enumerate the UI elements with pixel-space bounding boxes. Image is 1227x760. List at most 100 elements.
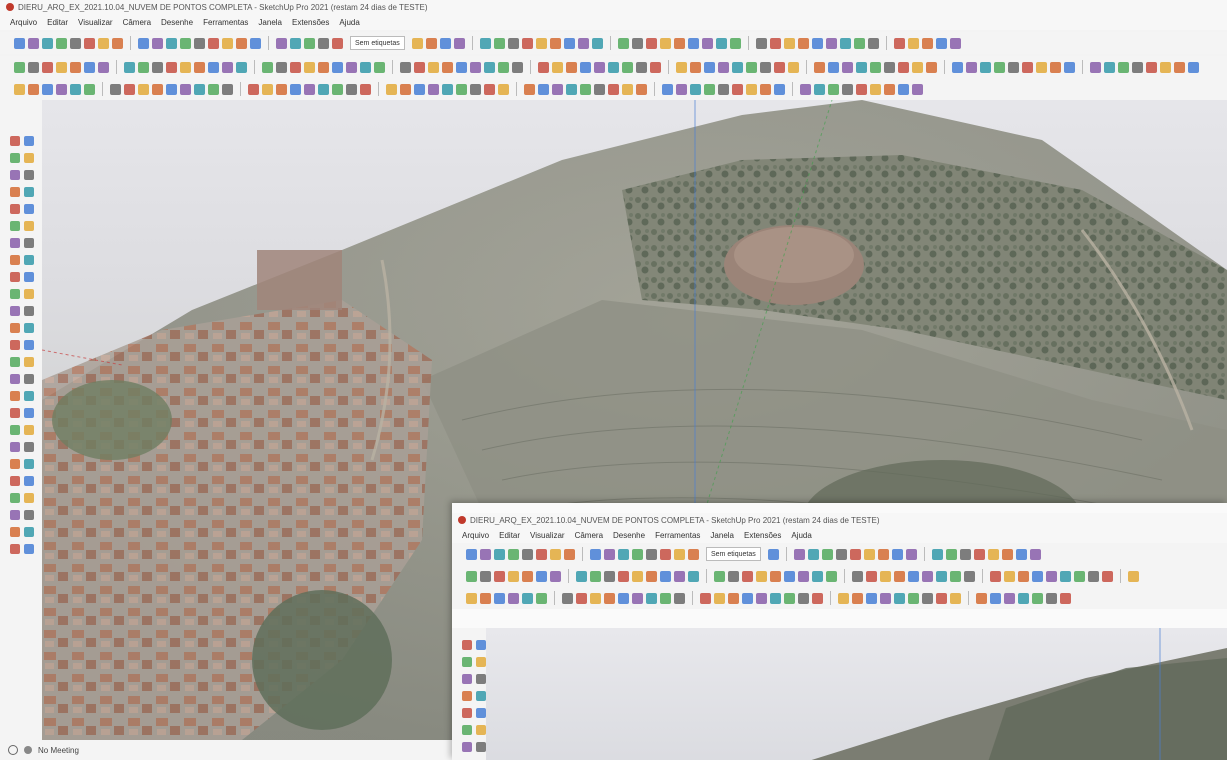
tool-icon[interactable] — [462, 674, 472, 684]
tool-icon[interactable] — [964, 570, 975, 582]
tool-icon[interactable] — [798, 570, 809, 582]
tool-icon[interactable] — [1132, 61, 1143, 73]
tool-icon[interactable] — [645, 37, 657, 49]
tool-icon[interactable] — [673, 37, 685, 49]
tool-icon[interactable] — [24, 357, 34, 367]
tool-icon[interactable] — [508, 548, 519, 560]
tool-icon[interactable] — [28, 61, 39, 73]
tool-icon[interactable] — [884, 83, 895, 95]
tool-icon[interactable] — [842, 83, 853, 95]
tool-icon[interactable] — [10, 170, 20, 180]
tool-icon[interactable] — [24, 459, 34, 469]
tool-icon[interactable] — [476, 640, 486, 650]
tool-icon[interactable] — [812, 592, 823, 604]
inset-menu-ferramentas[interactable]: Ferramentas — [655, 531, 700, 540]
tool-icon[interactable] — [24, 408, 34, 418]
tool-icon[interactable] — [480, 592, 491, 604]
tool-icon[interactable] — [646, 548, 657, 560]
tool-icon[interactable] — [56, 37, 67, 49]
tool-icon[interactable] — [949, 37, 961, 49]
tool-icon[interactable] — [728, 592, 739, 604]
tool-icon[interactable] — [828, 61, 839, 73]
tool-icon[interactable] — [631, 37, 643, 49]
tool-icon[interactable] — [318, 37, 329, 49]
tool-icon[interactable] — [590, 592, 601, 604]
tool-icon[interactable] — [250, 37, 261, 49]
tool-icon[interactable] — [838, 592, 849, 604]
tool-icon[interactable] — [604, 570, 615, 582]
tool-icon[interactable] — [14, 61, 25, 73]
tool-icon[interactable] — [236, 61, 247, 73]
tool-icon[interactable] — [138, 83, 149, 95]
tool-icon[interactable] — [10, 527, 20, 537]
tool-icon[interactable] — [564, 548, 575, 560]
tags-select[interactable]: Sem etiquetas — [350, 36, 405, 50]
tool-icon[interactable] — [536, 592, 547, 604]
tool-icon[interactable] — [987, 548, 999, 560]
tool-icon[interactable] — [1018, 570, 1029, 582]
tool-icon[interactable] — [411, 37, 423, 49]
tool-icon[interactable] — [746, 83, 757, 95]
tool-icon[interactable] — [784, 570, 795, 582]
tool-icon[interactable] — [208, 83, 219, 95]
tool-icon[interactable] — [24, 187, 34, 197]
tool-icon[interactable] — [604, 592, 615, 604]
tool-icon[interactable] — [774, 61, 785, 73]
tool-icon[interactable] — [688, 548, 699, 560]
tool-icon[interactable] — [10, 153, 20, 163]
tool-icon[interactable] — [24, 204, 34, 214]
tool-icon[interactable] — [10, 425, 20, 435]
tool-icon[interactable] — [632, 570, 643, 582]
tool-icon[interactable] — [931, 548, 943, 560]
tool-icon[interactable] — [576, 570, 587, 582]
tool-icon[interactable] — [880, 592, 891, 604]
tool-icon[interactable] — [346, 83, 357, 95]
tool-icon[interactable] — [566, 61, 577, 73]
tool-icon[interactable] — [760, 83, 771, 95]
tool-icon[interactable] — [814, 61, 825, 73]
tool-icon[interactable] — [935, 37, 947, 49]
tool-icon[interactable] — [636, 83, 647, 95]
tool-icon[interactable] — [493, 37, 505, 49]
tool-icon[interactable] — [24, 340, 34, 350]
tool-icon[interactable] — [732, 61, 743, 73]
tool-icon[interactable] — [797, 37, 809, 49]
tool-icon[interactable] — [248, 83, 259, 95]
tool-icon[interactable] — [10, 340, 20, 350]
tool-icon[interactable] — [208, 37, 219, 49]
tool-icon[interactable] — [318, 61, 329, 73]
menu-ferramentas[interactable]: Ferramentas — [203, 18, 248, 27]
tool-icon[interactable] — [760, 61, 771, 73]
tool-icon[interactable] — [659, 37, 671, 49]
tool-icon[interactable] — [594, 83, 605, 95]
tool-icon[interactable] — [1088, 570, 1099, 582]
tool-icon[interactable] — [852, 570, 863, 582]
tool-icon[interactable] — [166, 61, 177, 73]
tool-icon[interactable] — [784, 592, 795, 604]
tool-icon[interactable] — [236, 37, 247, 49]
tool-icon[interactable] — [152, 61, 163, 73]
tool-icon[interactable] — [180, 37, 191, 49]
tool-icon[interactable] — [550, 548, 561, 560]
tool-icon[interactable] — [42, 37, 53, 49]
tool-icon[interactable] — [194, 61, 205, 73]
tool-icon[interactable] — [870, 83, 881, 95]
tool-icon[interactable] — [701, 37, 713, 49]
tool-icon[interactable] — [908, 570, 919, 582]
tool-icon[interactable] — [662, 83, 673, 95]
tool-icon[interactable] — [462, 657, 472, 667]
tool-icon[interactable] — [880, 570, 891, 582]
tool-icon[interactable] — [1102, 570, 1113, 582]
tool-icon[interactable] — [660, 570, 671, 582]
tool-icon[interactable] — [24, 391, 34, 401]
tool-icon[interactable] — [470, 61, 481, 73]
tool-icon[interactable] — [124, 83, 135, 95]
tool-icon[interactable] — [110, 83, 121, 95]
tool-icon[interactable] — [10, 306, 20, 316]
tool-icon[interactable] — [1046, 570, 1057, 582]
tool-icon[interactable] — [24, 510, 34, 520]
tool-icon[interactable] — [152, 37, 163, 49]
tool-icon[interactable] — [453, 37, 465, 49]
tool-icon[interactable] — [456, 83, 467, 95]
tool-icon[interactable] — [821, 548, 833, 560]
